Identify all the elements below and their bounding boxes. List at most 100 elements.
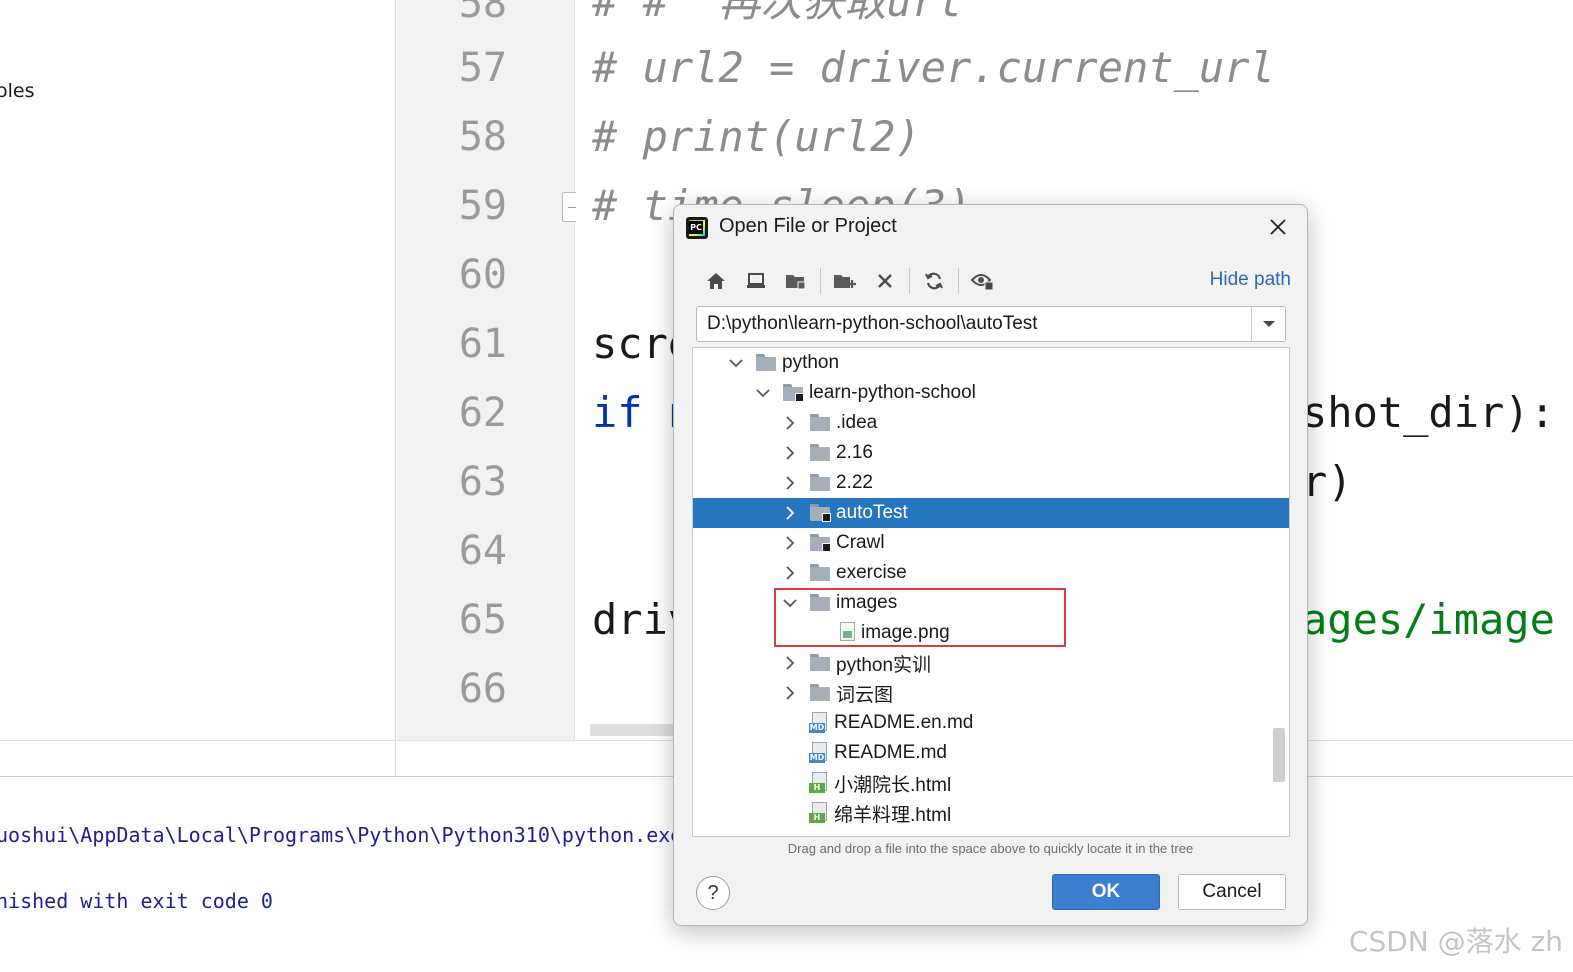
editor-horizontal-scrollbar[interactable] [590,724,680,736]
console-line: uoshui\AppData\Local\Programs\Python\Pyt… [0,823,683,847]
line-number: 58 [458,114,507,160]
refresh-icon [925,272,943,290]
tree-row[interactable]: .idea [693,408,1289,438]
chevron-down-icon[interactable] [729,356,743,370]
refresh-button[interactable] [914,265,954,297]
tree-row-label: images [836,592,898,613]
tree-row[interactable]: 2.22 [693,468,1289,498]
help-button[interactable]: ? [696,876,730,910]
line-number: 60 [458,252,507,298]
chevron-right-icon[interactable] [783,656,797,670]
image-file-icon [836,622,856,644]
code-line: # # 再次获取url [592,0,963,26]
tree-row[interactable]: H 绵羊料理.html [693,798,1289,828]
tree-row-label: python [782,352,840,373]
tree-row[interactable]: learn-python-school [693,378,1289,408]
code-line: # url2 = driver.current_url [592,43,1275,92]
chevron-down-icon[interactable] [756,386,770,400]
file-tree[interactable]: python learn-python-school .idea 2.16 2.… [692,347,1290,837]
tree-row[interactable]: python实训 [693,648,1289,678]
toolbar-separator [958,268,959,294]
chevron-down-icon [1262,321,1275,327]
pycharm-logo-icon [686,217,708,239]
console-line: nished with exit code 0 [0,889,273,913]
project-folder-icon [782,383,804,403]
chevron-right-icon[interactable] [783,536,797,550]
tree-row[interactable]: 词云图 [693,678,1289,708]
tree-row[interactable]: H 小潮院长.html [693,768,1289,798]
delete-button[interactable] [865,265,905,297]
watermark: CSDN @落水 zh [1348,925,1563,958]
chevron-right-icon[interactable] [783,416,797,430]
tree-row-label: 2.22 [836,472,873,493]
folder-icon [809,563,831,583]
home-button[interactable] [696,265,736,297]
chevron-right-icon[interactable] [783,566,797,580]
project-folder-icon [786,275,806,290]
desktop-button[interactable] [736,265,776,297]
folder-icon [809,473,831,493]
chevron-right-icon[interactable] [783,446,797,460]
tree-scrollbar-thumb[interactable] [1273,728,1285,782]
path-combobox[interactable] [696,306,1286,342]
chevron-right-icon[interactable] [783,506,797,520]
hide-path-link[interactable]: Hide path [1210,269,1291,291]
dialog-titlebar[interactable]: Open File or Project [674,205,1307,251]
tree-row[interactable]: MD README.md [693,738,1289,768]
close-icon [1270,219,1286,235]
code-fragment: r) [1302,457,1353,506]
folder-icon [809,593,831,613]
toolbar-separator [909,268,910,294]
tree-row[interactable]: python [693,348,1289,378]
tree-row-label: python实训 [836,654,932,676]
tree-row[interactable]: 2.16 [693,438,1289,468]
tree-row[interactable]: MD README.en.md [693,708,1289,738]
project-panel: oles [0,0,396,776]
tree-row-label: 小潮院长.html [834,774,952,796]
folder-icon [809,653,831,673]
line-number: 63 [458,459,507,505]
path-input[interactable] [697,307,1249,341]
project-dir-button[interactable] [776,265,816,297]
dialog-title: Open File or Project [719,215,897,237]
close-button[interactable] [1265,215,1291,241]
tree-row-selected[interactable]: autoTest [693,498,1289,528]
chevron-right-icon[interactable] [783,686,797,700]
tree-row-label: 2.16 [836,442,873,463]
code-line: # print(url2) [592,112,921,161]
code-fragment: ages/image [1302,595,1555,644]
toolbar-separator [820,268,821,294]
folder-icon [755,353,777,373]
path-dropdown-button[interactable] [1251,307,1285,341]
line-number-gutter: 58 57 58 59 60 61 62 63 64 65 66 [397,0,584,740]
tree-row-label: image.png [861,622,950,643]
drag-drop-hint: Drag and drop a file into the space abov… [787,841,1194,856]
show-hidden-files-icon [971,274,994,291]
tree-row-label: 词云图 [836,684,894,706]
dialog-toolbar [696,265,1003,297]
folder-icon [809,443,831,463]
show-hidden-button[interactable] [963,265,1003,297]
open-file-dialog: Open File or Project Hide path [673,204,1308,926]
chevron-right-icon[interactable] [783,476,797,490]
ok-button[interactable]: OK [1052,874,1160,910]
tree-row[interactable]: exercise [693,558,1289,588]
chevron-down-icon[interactable] [783,596,797,610]
line-number: 62 [458,390,507,436]
tree-row[interactable]: images [693,588,1289,618]
tree-row[interactable]: image.png [693,618,1289,648]
desktop-icon [747,273,765,288]
line-number: 66 [458,666,507,712]
html-file-icon: H [809,802,829,824]
new-folder-button[interactable] [825,265,865,297]
cancel-button[interactable]: Cancel [1178,874,1286,910]
folder-icon [809,683,831,703]
line-number: 65 [458,597,507,643]
line-number: 59 [458,183,507,229]
tree-row-label: 绵羊料理.html [834,804,952,826]
project-node-label[interactable]: oles [0,80,35,102]
new-folder-icon [834,275,856,288]
tree-row[interactable]: Crawl [693,528,1289,558]
markdown-file-icon: MD [809,712,829,734]
markdown-file-icon: MD [809,742,829,764]
